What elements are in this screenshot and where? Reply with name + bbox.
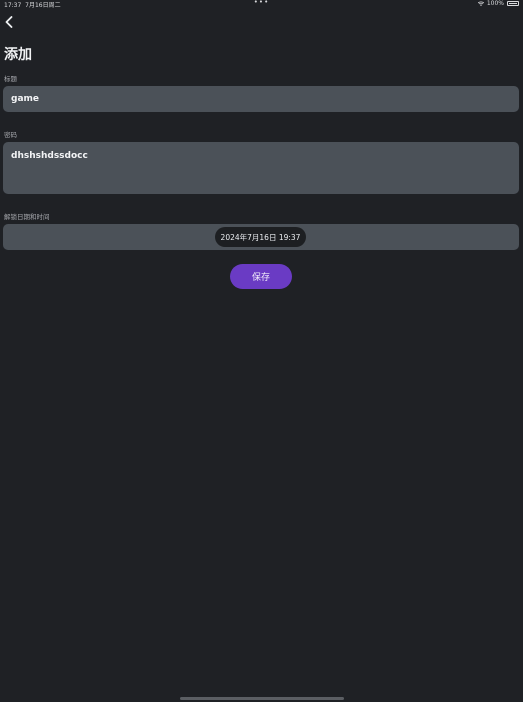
back-button[interactable] [2, 14, 16, 30]
multitasking-dots[interactable]: ••• [254, 0, 269, 6]
page-title: 添加 [4, 47, 32, 63]
datetime-label: 解锁日期和时间 [4, 213, 50, 221]
battery-icon [507, 1, 519, 6]
status-bar: 17:37 7月16日周二 ••• 100% [0, 0, 523, 9]
title-label: 标题 [4, 75, 17, 83]
password-field[interactable]: dhshshdssdocc [3, 142, 519, 194]
status-right: 100% [477, 0, 519, 7]
status-time: 17:37 [4, 2, 22, 9]
save-button[interactable]: 保存 [230, 264, 292, 289]
status-date: 7月16日周二 [25, 2, 61, 9]
home-indicator[interactable] [180, 697, 344, 700]
status-time-date: 17:37 7月16日周二 [4, 0, 61, 9]
datetime-picker-button[interactable]: 2024年7月16日 19:37 [215, 227, 306, 247]
chevron-left-icon [5, 16, 13, 28]
password-label: 密码 [4, 131, 17, 139]
battery-percent: 100% [486, 0, 504, 7]
wifi-icon [477, 0, 484, 6]
title-field[interactable]: game [3, 86, 519, 112]
add-screen: 17:37 7月16日周二 ••• 100% 添加 标题 game 密码 dhs… [0, 0, 523, 702]
